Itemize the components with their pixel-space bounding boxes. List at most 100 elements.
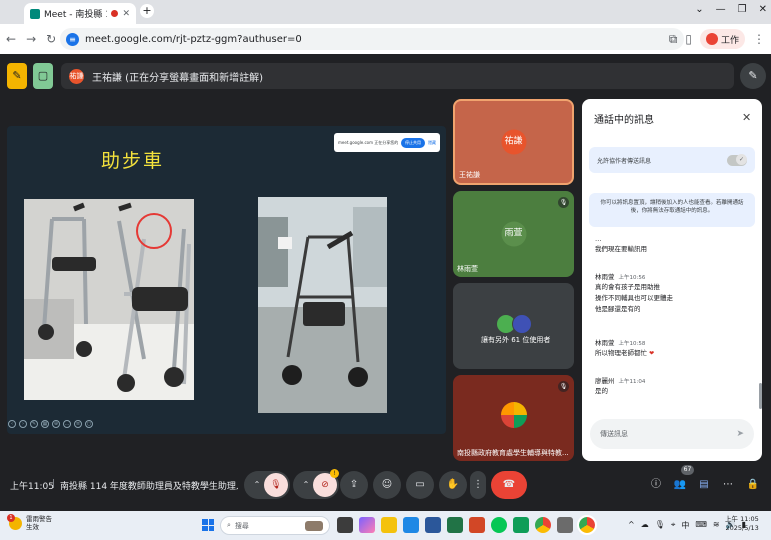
- participant-tile[interactable]: 🎙 雨萱 林雨萱: [453, 191, 574, 277]
- slide-options-icon[interactable]: ○: [85, 420, 93, 428]
- message-line: 是的: [595, 387, 608, 395]
- powerpoint-icon[interactable]: [469, 517, 485, 533]
- chat-scrollbar[interactable]: [759, 383, 762, 409]
- others-label: 讓有另外 61 位使用者: [481, 336, 551, 344]
- task-view-icon[interactable]: [337, 517, 353, 533]
- pip-icon: ▢: [37, 69, 49, 82]
- message-line: 他是腳還是有的: [595, 305, 641, 313]
- tab-search-icon[interactable]: ⌄: [695, 4, 703, 15]
- participant-tile[interactable]: 🎙 南投縣政府教育處學生輔導與特教...: [453, 375, 574, 461]
- ime-label[interactable]: 中: [681, 520, 689, 531]
- menu-icon[interactable]: ⋮: [753, 32, 765, 46]
- extensions-icon[interactable]: ⧉: [669, 32, 678, 47]
- mic-off-icon: 🎙: [558, 381, 569, 392]
- profile-label: 工作: [720, 35, 739, 46]
- activities-icon[interactable]: ⋯: [720, 477, 736, 493]
- tray-app-icon[interactable]: ⌨: [695, 520, 707, 531]
- taskbar-search[interactable]: ⌕ 搜尋: [220, 516, 330, 535]
- site-info-icon[interactable]: ≡: [66, 32, 79, 46]
- maximize-icon[interactable]: ❐: [738, 4, 747, 15]
- excel-icon[interactable]: [447, 517, 463, 533]
- shared-screen: 助步車 meet.google.com 正在分享您的螢幕。 停止共用 隱藏: [7, 126, 446, 434]
- weather-badge: 1: [7, 513, 15, 522]
- weather-line1: 雷雨警告: [26, 515, 52, 523]
- weather-icon: 1: [7, 513, 22, 530]
- weather-widget[interactable]: 1 雷雨警告 生效: [7, 513, 52, 531]
- minimize-icon[interactable]: —: [716, 4, 726, 15]
- start-button[interactable]: [202, 519, 214, 531]
- others-tile[interactable]: 讓有另外 61 位使用者: [453, 283, 574, 369]
- slide-next-icon[interactable]: ›: [19, 420, 27, 428]
- cloud-icon[interactable]: ☁: [641, 520, 649, 531]
- presenter-bar: 祐謙 王祐謙 (正在分享螢幕畫面和新增註解): [61, 63, 734, 89]
- word-icon[interactable]: [425, 517, 441, 533]
- address-bar[interactable]: ≡ meet.google.com/rjt-pztz-ggm?authuser=…: [60, 28, 684, 50]
- leave-call-button[interactable]: ☎: [491, 471, 527, 499]
- slide-zoom-icon[interactable]: ⊕: [52, 420, 60, 428]
- slide-prev-icon[interactable]: ‹: [8, 420, 16, 428]
- meeting-info-icon[interactable]: ⓘ: [648, 477, 664, 493]
- file-explorer-icon[interactable]: [381, 517, 397, 533]
- chat-input[interactable]: 傳送訊息 ➤: [590, 419, 754, 449]
- reactions-button[interactable]: ☺: [373, 471, 401, 499]
- line-icon[interactable]: [491, 517, 507, 533]
- layout-button[interactable]: ▢: [33, 63, 53, 89]
- new-tab-button[interactable]: +: [140, 4, 154, 18]
- presenter-text: 王祐謙 (正在分享螢幕畫面和新增註解): [92, 72, 263, 84]
- profile-button[interactable]: 工作: [699, 29, 745, 49]
- edge-icon[interactable]: [513, 517, 529, 533]
- slide-more-icon[interactable]: …: [63, 420, 71, 428]
- annotate-button[interactable]: ✎: [740, 63, 766, 89]
- slide-grid-icon[interactable]: ▦: [41, 420, 49, 428]
- slide-title: 助步車: [101, 150, 165, 172]
- location-icon[interactable]: ⌖: [671, 520, 676, 531]
- taskbar-search-placeholder: 搜尋: [234, 521, 249, 530]
- chrome-active-icon[interactable]: [577, 515, 597, 535]
- slide-pen-icon[interactable]: ✎: [30, 420, 38, 428]
- forward-icon[interactable]: →: [26, 32, 36, 46]
- raise-hand-button[interactable]: ✋: [439, 471, 467, 499]
- host-controls-icon[interactable]: 🔒: [745, 477, 761, 493]
- copilot-icon[interactable]: [359, 517, 375, 533]
- close-window-icon[interactable]: ✕: [759, 4, 767, 15]
- captions-button[interactable]: ▭: [406, 471, 434, 499]
- message-line: 真的會有孩子是用助推: [595, 283, 660, 291]
- message-line: 所以物理老師都忙: [595, 349, 647, 357]
- close-tab-icon[interactable]: ✕: [122, 9, 130, 19]
- back-icon[interactable]: ←: [6, 32, 16, 46]
- participant-name: 林雨萱: [457, 265, 478, 273]
- tray-chevron-icon[interactable]: ^: [628, 520, 635, 531]
- hide-popup-button[interactable]: 隱藏: [428, 140, 436, 146]
- chrome-icon[interactable]: [535, 517, 551, 533]
- mic-off-icon[interactable]: 🎙: [264, 473, 288, 497]
- present-control-button[interactable]: ✎: [7, 63, 27, 89]
- message-time: 上午11:04: [618, 379, 646, 385]
- tab-meet[interactable]: Meet - 南投縣 114 年度教助 ✕: [24, 3, 136, 24]
- send-icon[interactable]: ➤: [736, 429, 744, 439]
- captions-icon: ▭: [415, 479, 425, 490]
- annotate-icon: ✎: [748, 69, 758, 82]
- reload-icon[interactable]: ↻: [46, 32, 56, 46]
- camera-options-icon[interactable]: ⌃: [298, 471, 314, 499]
- search-icon: ⌕: [227, 521, 231, 529]
- browser-tabstrip: Meet - 南投縣 114 年度教助 ✕ + ⌄ — ❐ ✕: [0, 0, 771, 24]
- slide-menu-icon[interactable]: ≡: [74, 420, 82, 428]
- chat-icon[interactable]: ▤: [696, 477, 712, 493]
- more-options-button[interactable]: ⋮: [470, 471, 486, 499]
- close-chat-icon[interactable]: ✕: [742, 111, 751, 124]
- present-button[interactable]: ⇪: [340, 471, 368, 499]
- participant-tile[interactable]: 祐謙 王祐謙: [453, 99, 574, 185]
- mic-tray-icon[interactable]: 🎙: [655, 520, 665, 531]
- calculator-icon[interactable]: [557, 517, 573, 533]
- message-sender: …: [595, 235, 602, 243]
- mic-options-icon[interactable]: ⌃: [249, 471, 265, 499]
- sidepanel-icon[interactable]: ▯: [685, 32, 692, 46]
- people-icon[interactable]: 👥: [672, 477, 688, 493]
- mic-control[interactable]: ⌃ 🎙: [244, 471, 290, 499]
- outlook-icon[interactable]: [403, 517, 419, 533]
- allow-messages-toggle[interactable]: [727, 153, 747, 166]
- wifi-icon[interactable]: ≋: [713, 520, 720, 531]
- chat-title: 通話中的訊息: [594, 115, 654, 126]
- taskbar-clock[interactable]: 上午 11:05 2025/5/13: [725, 515, 759, 533]
- stop-sharing-button[interactable]: 停止共用: [401, 137, 425, 148]
